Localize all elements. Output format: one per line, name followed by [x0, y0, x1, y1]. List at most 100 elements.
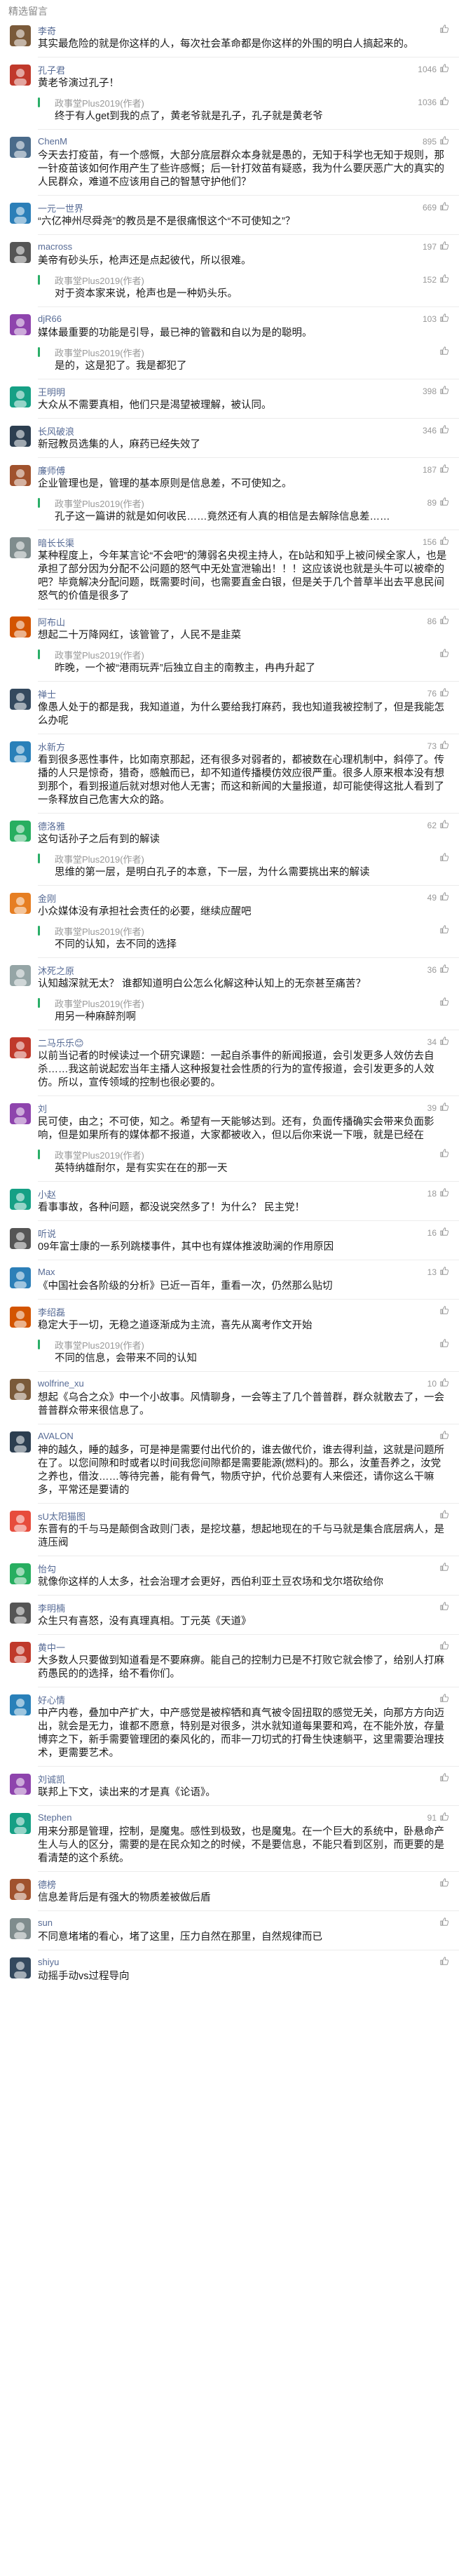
comment-username[interactable]: ChenM [38, 136, 67, 147]
like-button[interactable] [437, 1338, 449, 1350]
avatar[interactable] [10, 1813, 31, 1834]
like-button[interactable]: 1036 [418, 96, 449, 108]
comment-username[interactable]: 德洛雅 [38, 821, 65, 832]
like-button[interactable] [437, 1601, 449, 1613]
avatar[interactable] [10, 821, 31, 842]
comment-username[interactable]: 黄中一 [38, 1643, 65, 1653]
like-button[interactable] [437, 1148, 449, 1160]
like-button[interactable]: 346 [423, 424, 449, 436]
like-button[interactable]: 895 [423, 135, 449, 147]
comment-username[interactable]: 德榜 [38, 1880, 56, 1890]
like-button[interactable] [437, 1305, 449, 1317]
comment-username[interactable]: 王明明 [38, 387, 65, 398]
like-button[interactable] [437, 346, 449, 358]
comment-username[interactable]: 暗长长渠 [38, 538, 74, 548]
comment-username[interactable]: 怡勾 [38, 1564, 56, 1574]
comment-username[interactable]: 水新方 [38, 742, 65, 753]
comment-username[interactable]: 禅士 [38, 689, 56, 700]
avatar[interactable] [10, 1957, 31, 1978]
avatar[interactable] [10, 25, 31, 46]
like-button[interactable]: 62 [427, 819, 449, 831]
avatar[interactable] [10, 242, 31, 263]
comment-username[interactable]: djR66 [38, 313, 62, 324]
comment-username[interactable]: 李明楠 [38, 1603, 65, 1614]
avatar[interactable] [10, 893, 31, 914]
like-button[interactable]: 91 [427, 1812, 449, 1823]
comment-username[interactable]: 金刚 [38, 893, 56, 904]
avatar[interactable] [10, 1379, 31, 1400]
comment-username[interactable]: 好心情 [38, 1695, 65, 1706]
like-button[interactable]: 16 [427, 1227, 449, 1239]
like-button[interactable] [437, 1693, 449, 1705]
avatar[interactable] [10, 1563, 31, 1584]
comment-username[interactable]: 小赵 [38, 1189, 56, 1200]
like-button[interactable] [437, 1562, 449, 1574]
avatar[interactable] [10, 1918, 31, 1939]
avatar[interactable] [10, 616, 31, 638]
avatar[interactable] [10, 1511, 31, 1532]
like-button[interactable] [437, 852, 449, 864]
avatar[interactable] [10, 537, 31, 558]
like-button[interactable] [437, 1640, 449, 1652]
like-button[interactable]: 669 [423, 201, 449, 213]
comment-username[interactable]: 孔子君 [38, 65, 65, 76]
avatar[interactable] [10, 1103, 31, 1124]
comment-username[interactable]: 刘诚凯 [38, 1774, 65, 1785]
comment-username[interactable]: 长风破浪 [38, 426, 74, 437]
like-button[interactable]: 13 [427, 1266, 449, 1278]
like-button[interactable] [437, 24, 449, 36]
like-button[interactable]: 18 [427, 1187, 449, 1199]
comment-username[interactable]: Stephen [38, 1812, 71, 1823]
comment-username[interactable]: 沐死之原 [38, 966, 74, 976]
avatar[interactable] [10, 1189, 31, 1210]
like-button[interactable] [437, 1956, 449, 1968]
avatar[interactable] [10, 965, 31, 986]
avatar[interactable] [10, 65, 31, 86]
comment-username[interactable]: 刘 [38, 1104, 47, 1114]
like-button[interactable]: 86 [427, 615, 449, 627]
like-button[interactable] [437, 1877, 449, 1889]
like-button[interactable] [437, 648, 449, 660]
like-button[interactable]: 1046 [418, 63, 449, 75]
avatar[interactable] [10, 1037, 31, 1058]
like-button[interactable]: 398 [423, 385, 449, 397]
comment-username[interactable]: wolfrine_xu [38, 1378, 84, 1389]
like-button[interactable]: 156 [423, 536, 449, 548]
like-button[interactable] [437, 1509, 449, 1521]
avatar[interactable] [10, 1431, 31, 1452]
like-button[interactable]: 187 [423, 464, 449, 476]
avatar[interactable] [10, 1228, 31, 1249]
like-button[interactable]: 152 [423, 274, 449, 285]
avatar[interactable] [10, 1267, 31, 1288]
avatar[interactable] [10, 689, 31, 710]
comment-username[interactable]: Max [38, 1267, 55, 1277]
comment-username[interactable]: sun [38, 1917, 53, 1928]
like-button[interactable]: 49 [427, 891, 449, 903]
comment-username[interactable]: macross [38, 241, 72, 252]
avatar[interactable] [10, 1774, 31, 1795]
avatar[interactable] [10, 1694, 31, 1715]
avatar[interactable] [10, 137, 31, 158]
comment-username[interactable]: sU太阳猫图 [38, 1511, 85, 1522]
like-button[interactable] [437, 1772, 449, 1784]
avatar[interactable] [10, 1879, 31, 1900]
comment-username[interactable]: 廉师傅 [38, 466, 65, 476]
comment-username[interactable]: 阿布山 [38, 617, 65, 628]
avatar[interactable] [10, 386, 31, 407]
like-button[interactable]: 89 [427, 497, 449, 508]
avatar[interactable] [10, 1642, 31, 1663]
avatar[interactable] [10, 1603, 31, 1624]
comment-username[interactable]: 二马乐乐😊 [38, 1038, 84, 1048]
like-button[interactable]: 36 [427, 964, 449, 976]
like-button[interactable]: 39 [427, 1102, 449, 1114]
like-button[interactable]: 103 [423, 313, 449, 325]
like-button[interactable]: 73 [427, 740, 449, 752]
avatar[interactable] [10, 465, 31, 486]
like-button[interactable]: 10 [427, 1377, 449, 1389]
like-button[interactable]: 197 [423, 241, 449, 252]
like-button[interactable] [437, 1917, 449, 1929]
comment-username[interactable]: shiyu [38, 1957, 59, 1967]
like-button[interactable] [437, 997, 449, 1009]
like-button[interactable]: 34 [427, 1036, 449, 1048]
avatar[interactable] [10, 314, 31, 335]
